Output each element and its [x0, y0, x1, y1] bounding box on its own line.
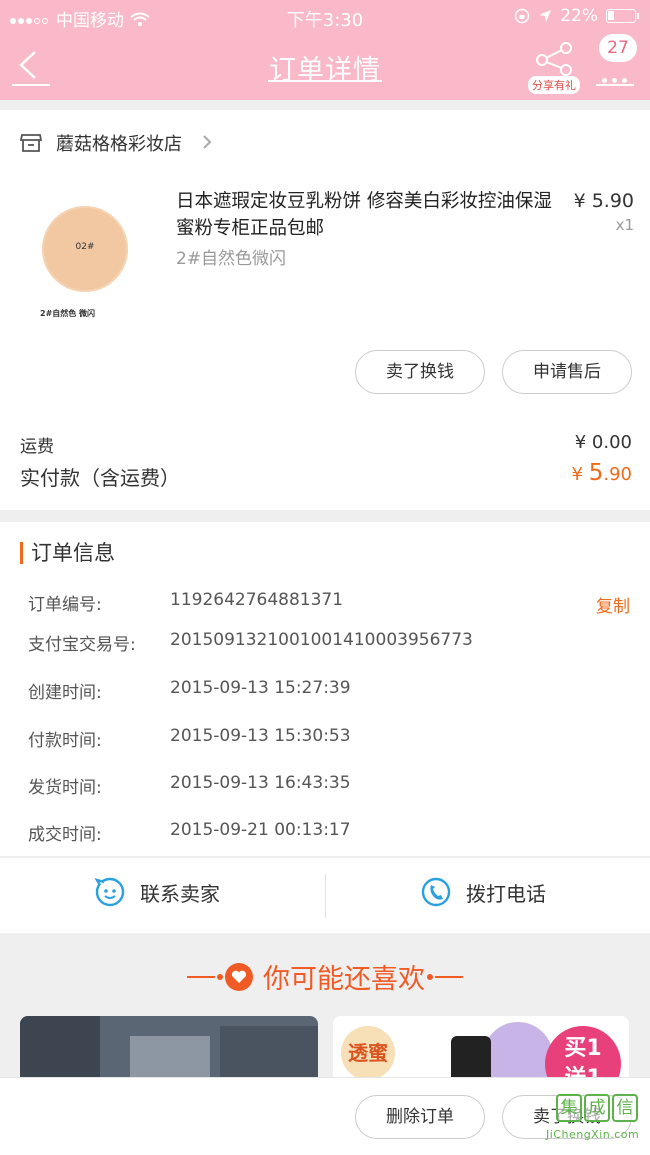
order-row-label: 付款时间: [28, 731, 102, 751]
delete-order-button[interactable]: 删除订单 [355, 1095, 485, 1139]
recommend-title: 你可能还喜欢 [263, 964, 425, 995]
store-name: 蘑菇格格彩妆店 [56, 134, 182, 155]
watermark-char: 集 [556, 1094, 582, 1122]
order-number: 1192642764881371 [170, 590, 344, 610]
paid-int: 5 [588, 460, 604, 486]
product-variant: 2#自然色微闪 [176, 249, 287, 269]
watermark-char: 信 [612, 1094, 638, 1122]
chevron-right-icon [202, 131, 212, 155]
battery-percent: 22% [560, 6, 598, 26]
recommend-title-row: 你可能还喜欢 [187, 957, 463, 996]
product-image-code: 02# [75, 242, 95, 252]
watermark-url: JiChengXin.com [546, 1128, 640, 1141]
status-bar: 中国移动 下午3:30 22% [0, 0, 650, 34]
title-decoration-line [427, 973, 463, 980]
compact-powder-image: 02# [42, 206, 128, 292]
contact-seller-button[interactable]: 联系卖家 [94, 876, 220, 908]
heart-icon [225, 962, 253, 991]
order-row-label: 支付宝交易号: [28, 635, 136, 655]
order-info-title: 订单信息 [20, 542, 115, 564]
order-info-card: 订单信息 复制 订单编号: 1192642764881371 支付宝交易号: 2… [0, 522, 650, 856]
recommend-card-street[interactable] [20, 1016, 318, 1086]
order-row-completed: 成交时间: 2015-09-21 00:13:17 [28, 820, 351, 845]
store-icon [20, 134, 42, 152]
watermark: 集 成 信 JiChengXin.com [526, 1092, 646, 1148]
location-icon [539, 10, 552, 22]
share-button[interactable]: 分享有礼 [528, 40, 580, 94]
order-row-shipped: 发货时间: 2015-09-13 16:43:35 [28, 773, 351, 798]
product-image[interactable]: 02# 2#自然色 微闪 [20, 178, 158, 333]
photo-segment [20, 1016, 100, 1086]
order-row-number: 订单编号: 1192642764881371 [28, 590, 343, 615]
header: 中国移动 下午3:30 22% 订单详情 分享有礼 27 [0, 0, 650, 100]
phone-icon [421, 877, 451, 907]
recommend-tag: 透蜜 [341, 1026, 395, 1080]
alipay-trade-number: 2015091321001001410003956773 [170, 630, 473, 650]
order-row-label: 创建时间: [28, 683, 102, 703]
paid-currency: ¥ [571, 464, 589, 485]
chat-bubble-icon [94, 877, 125, 907]
paid-time: 2015-09-13 15:30:53 [170, 726, 351, 746]
contact-bar: 联系卖家 拨打电话 [0, 857, 650, 933]
product-price: ¥ 5.90 [573, 190, 634, 212]
store-link[interactable]: 蘑菇格格彩妆店 [20, 130, 212, 156]
promo-line-1: 买1 [564, 1036, 602, 1061]
contact-seller-label: 联系卖家 [140, 881, 220, 906]
status-right: 22% [514, 6, 639, 26]
watermark-char: 成 [584, 1094, 610, 1122]
title-underline [268, 80, 382, 82]
product-image-caption: 2#自然色 微闪 [40, 309, 96, 318]
recommend-card-cosmetics[interactable]: 透蜜 买1 送1 [333, 1016, 629, 1086]
order-item-card: 蘑菇格格彩妆店 02# 2#自然色 微闪 日本遮瑕定妆豆乳粉饼 修容美白彩妆控油… [0, 110, 650, 510]
share-label: 分享有礼 [528, 76, 580, 94]
bottom-action-bar: 删除订单 卖了换钱 集 成 信 JiChengXin.com [0, 1077, 650, 1155]
rotation-lock-icon [514, 8, 530, 24]
order-row-created: 创建时间: 2015-09-13 15:27:39 [28, 678, 351, 703]
request-after-sale-button[interactable]: 申请售后 [502, 350, 632, 394]
more-button[interactable]: 27 [596, 34, 637, 86]
call-phone-button[interactable]: 拨打电话 [420, 876, 546, 908]
order-row-alipay: 支付宝交易号: 2015091321001001410003956773 [28, 630, 473, 655]
paid-dec: .90 [603, 464, 632, 485]
order-row-label: 发货时间: [28, 778, 102, 798]
completed-time: 2015-09-21 00:13:17 [170, 820, 351, 840]
recommend-header: 你可能还喜欢 [0, 945, 650, 1005]
shipped-time: 2015-09-13 16:43:35 [170, 773, 351, 793]
call-phone-label: 拨打电话 [466, 881, 546, 906]
product-quantity: x1 [615, 216, 634, 234]
shipping-label: 运费 [20, 437, 54, 457]
product-title[interactable]: 日本遮瑕定妆豆乳粉饼 修容美白彩妆控油保湿蜜粉专柜正品包邮 [176, 188, 556, 242]
paid-label: 实付款（含运费） [20, 466, 180, 490]
order-row-label: 订单编号: [28, 595, 102, 615]
battery-icon [606, 9, 639, 23]
created-time: 2015-09-13 15:27:39 [170, 678, 351, 698]
watermark-logo: 集 成 信 [556, 1094, 638, 1122]
nav-bar: 订单详情 分享有礼 27 [0, 34, 650, 100]
notification-badge: 27 [599, 34, 637, 62]
share-icon [536, 42, 572, 76]
more-underline [596, 84, 634, 86]
order-row-label: 成交时间: [28, 825, 102, 845]
copy-order-number-button[interactable]: 复制 [596, 592, 630, 617]
title-decoration-line [187, 973, 223, 980]
shipping-value: ¥ 0.00 [574, 432, 632, 453]
divider [325, 874, 326, 918]
order-row-paid: 付款时间: 2015-09-13 15:30:53 [28, 726, 351, 751]
paid-value: ¥ 5.90 [572, 460, 632, 486]
sell-for-cash-button[interactable]: 卖了换钱 [355, 350, 485, 394]
